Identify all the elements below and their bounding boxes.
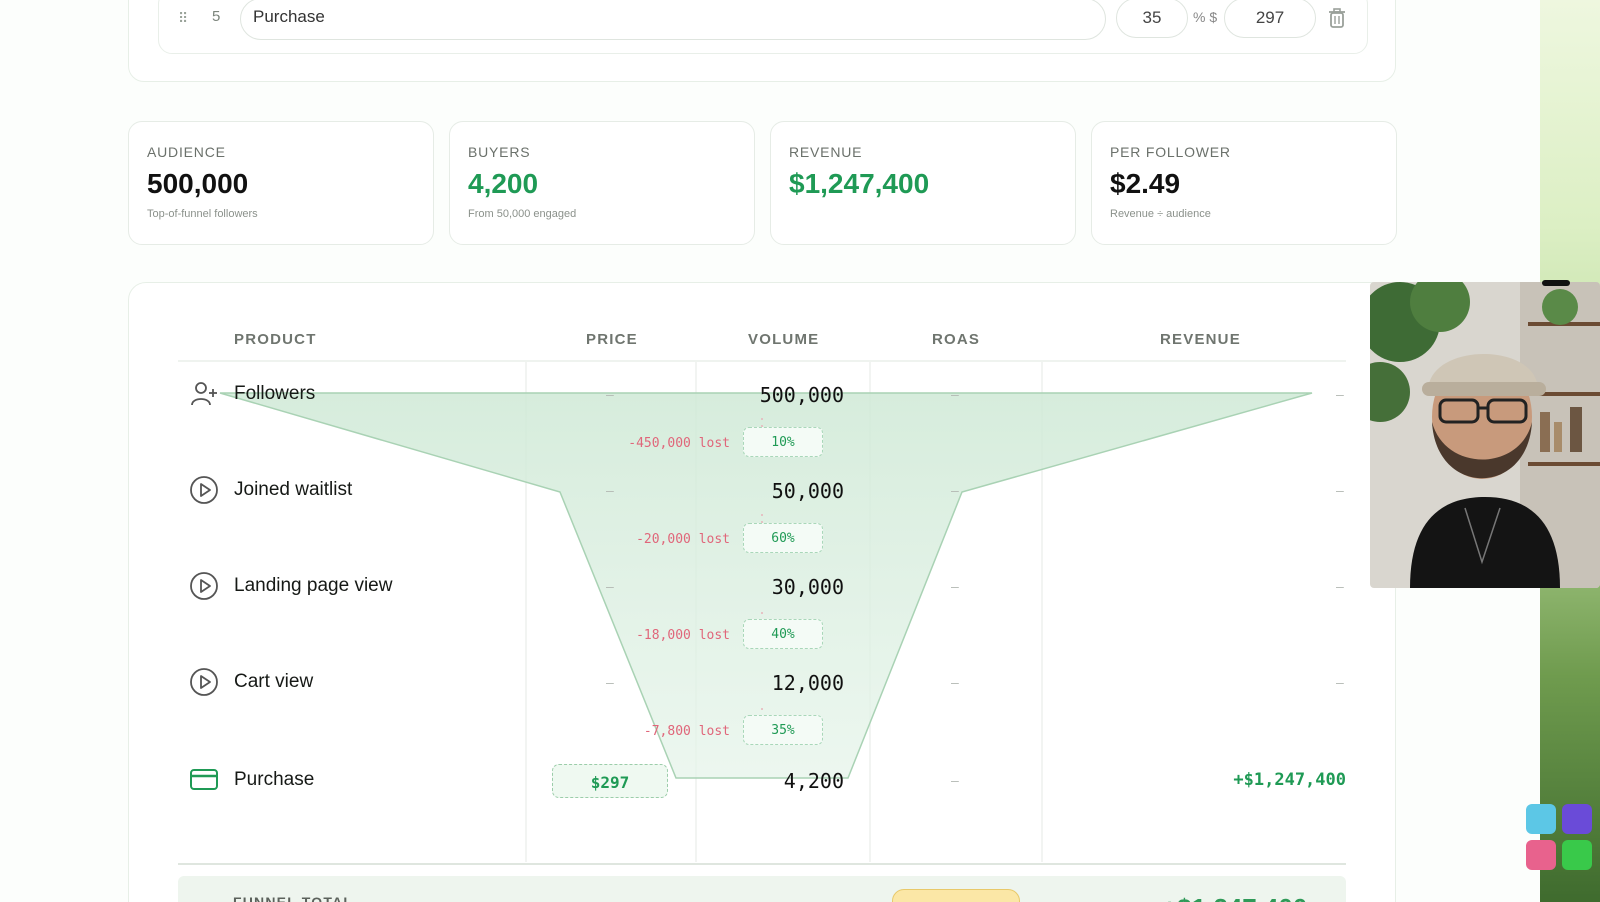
conversion-rate-badge[interactable]: 10%	[743, 427, 823, 457]
conversion-rate-badge[interactable]: 60%	[743, 523, 823, 553]
lost-count: -20,000 lost	[636, 532, 730, 547]
webcam-overlay	[1370, 282, 1600, 588]
row-label-joined-waitlist: Joined waitlist	[234, 479, 353, 500]
purchase-price-input[interactable]: $297	[552, 764, 668, 798]
overlay-tool-button[interactable]	[1562, 840, 1592, 870]
roas-empty: –	[951, 772, 959, 788]
roas-empty: –	[951, 578, 959, 594]
lost-count: -450,000 lost	[628, 436, 730, 451]
roas-empty: –	[951, 386, 959, 402]
price-empty: –	[606, 386, 614, 402]
roas-empty: –	[951, 482, 959, 498]
row-label-followers: Followers	[234, 383, 316, 404]
revenue-empty: –	[1336, 482, 1344, 498]
revenue-empty: –	[1336, 578, 1344, 594]
revenue-empty: –	[1336, 674, 1344, 690]
row-label-purchase: Purchase	[234, 769, 315, 790]
play-circle-icon	[190, 572, 218, 600]
row-volume: 50,000	[771, 479, 844, 503]
lost-count: -18,000 lost	[636, 628, 730, 643]
row-label-cart-view: Cart view	[234, 671, 314, 692]
price-empty: –	[606, 674, 614, 690]
overlay-tool-button[interactable]	[1562, 804, 1592, 834]
column-header-roas[interactable]: ROAS	[932, 331, 980, 348]
row-volume: 30,000	[771, 575, 844, 599]
funnel-total-value: +$1,247,400	[1162, 893, 1307, 902]
column-header-product[interactable]: PRODUCT	[234, 331, 317, 348]
row-label-landing-page-view: Landing page view	[234, 575, 393, 596]
roas-empty: –	[951, 674, 959, 690]
conversion-rate-badge[interactable]: 40%	[743, 619, 823, 649]
column-header-volume[interactable]: VOLUME	[748, 331, 819, 348]
conversion-rate-badge[interactable]: 35%	[743, 715, 823, 745]
overlay-tool-button[interactable]	[1526, 840, 1556, 870]
row-volume: 500,000	[759, 383, 844, 407]
row-volume: 4,200	[783, 769, 844, 793]
price-empty: –	[606, 578, 614, 594]
play-circle-icon	[190, 476, 218, 504]
column-header-price[interactable]: PRICE	[586, 331, 638, 348]
revenue-empty: –	[1336, 386, 1344, 402]
overlay-grip	[1542, 280, 1570, 286]
overlay-tool-button[interactable]	[1526, 804, 1556, 834]
price-empty: –	[606, 482, 614, 498]
purchase-revenue: +$1,247,400	[1233, 770, 1346, 790]
roas-total-pill	[892, 889, 1020, 902]
user-plus-icon	[191, 382, 217, 406]
play-circle-icon	[190, 668, 218, 696]
lost-count: -7,800 lost	[643, 724, 730, 739]
credit-card-icon	[190, 769, 218, 790]
funnel-total-label: FUNNEL TOTAL	[233, 894, 354, 902]
app-canvas: ⠿ 5 Purchase 35 % $ 297 AUDIENCE 500,000…	[0, 0, 1540, 902]
column-header-revenue[interactable]: REVENUE	[1160, 331, 1241, 348]
row-volume: 12,000	[771, 671, 844, 695]
